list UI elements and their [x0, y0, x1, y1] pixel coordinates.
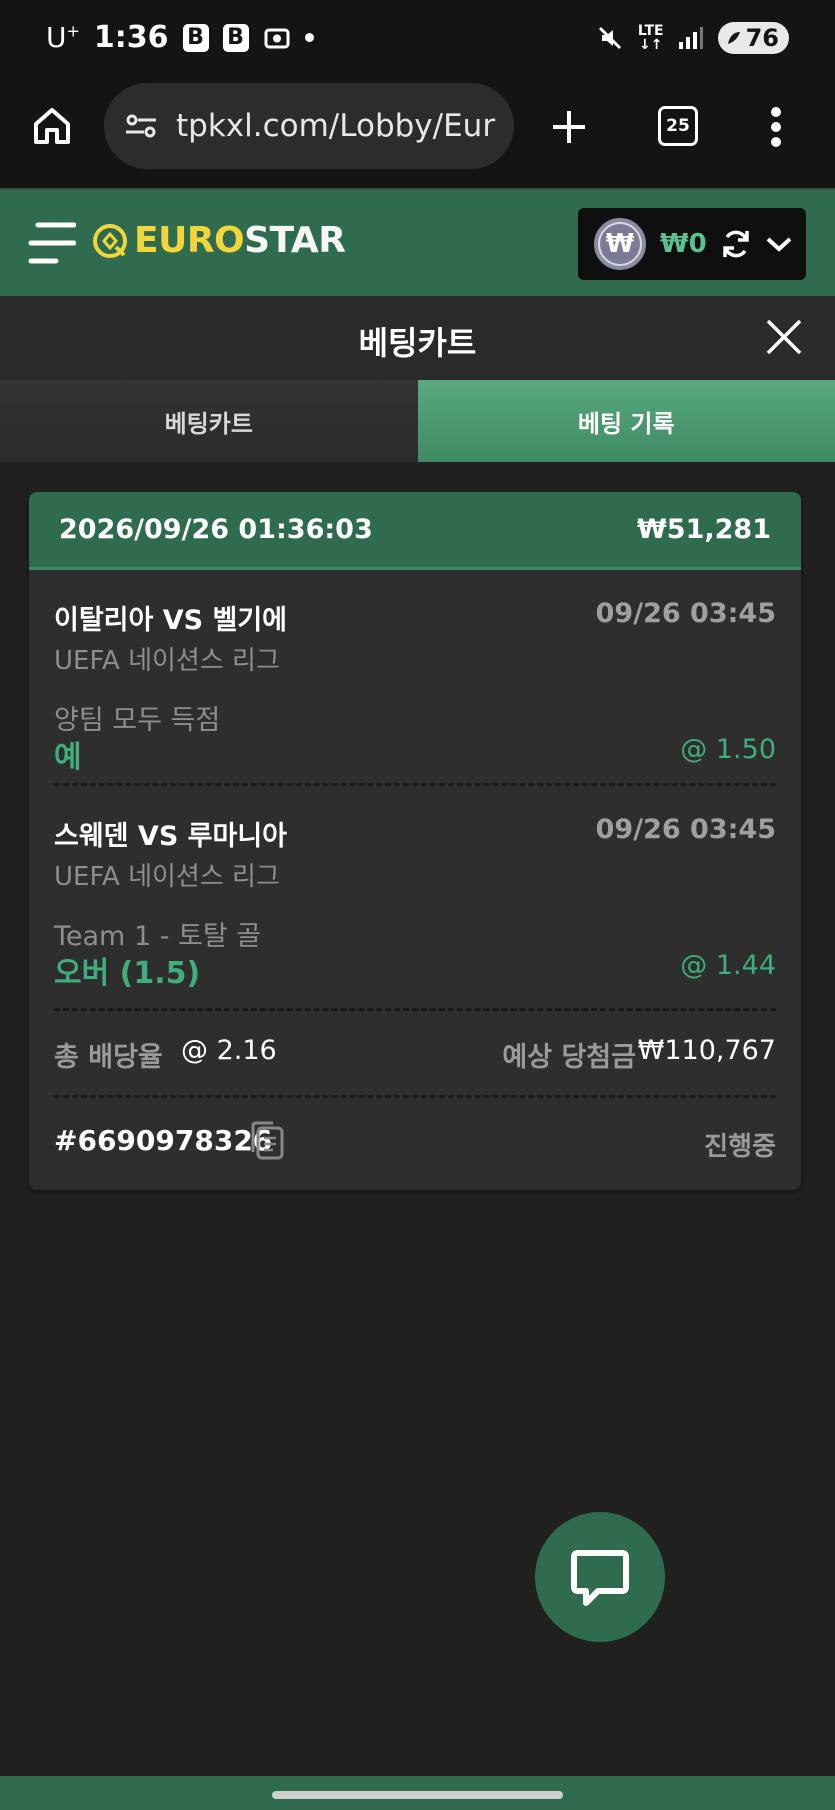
tab-betting-history[interactable]: 베팅 기록	[417, 380, 835, 462]
page-title: 베팅카트	[358, 324, 477, 362]
notification-dot	[304, 33, 314, 42]
close-icon[interactable]	[765, 318, 803, 356]
bet-selection: 스웨덴 VS 루마니아 09/26 03:45 UEFA 네이션스 리그 Tea…	[29, 786, 801, 1008]
bet-selection: 이탈리아 VS 벨기에 09/26 03:45 UEFA 네이션스 리그 양팀 …	[29, 570, 801, 783]
chat-bubble-icon	[571, 1550, 629, 1606]
bet-record-card: 2026/09/26 01:36:03 ₩51,281 이탈리아 VS 벨기에 …	[29, 492, 801, 1190]
pick-label: 예	[54, 740, 82, 775]
chevron-down-icon[interactable]	[765, 234, 793, 254]
match-name: 이탈리아 VS 벨기에	[54, 605, 288, 636]
live-chat-button[interactable]	[535, 1512, 665, 1642]
more-menu-icon[interactable]	[770, 106, 782, 148]
status-bar: U+ 1:36 B B LTE ↓↑ 76	[0, 0, 835, 80]
total-odds-value: @ 2.16	[181, 1035, 277, 1066]
address-bar[interactable]: tpkxl.com/Lobby/Eur	[104, 83, 514, 169]
expected-payout-label: 예상 당첨금	[502, 1042, 636, 1073]
match-name: 스웨덴 VS 루마니아	[54, 821, 288, 852]
copy-icon[interactable]	[249, 1120, 287, 1162]
gesture-handle[interactable]	[272, 1791, 563, 1799]
hamburger-menu-icon[interactable]	[28, 220, 76, 266]
betting-cart-header: 베팅카트	[0, 296, 835, 380]
home-icon[interactable]	[30, 104, 74, 148]
tab-bar: 베팅카트 베팅 기록	[0, 380, 835, 462]
total-odds-label: 총 배당율	[54, 1042, 163, 1073]
signal-icon	[678, 27, 703, 49]
wallet-balance: ₩0	[660, 229, 707, 259]
league-name: UEFA 네이션스 리그	[54, 862, 280, 892]
site-logo[interactable]: EURO STAR	[90, 220, 346, 261]
tab-switcher-button[interactable]: 25	[658, 106, 698, 146]
match-time: 09/26 03:45	[595, 598, 776, 629]
site-header: EURO STAR ₩ ₩0	[0, 188, 835, 296]
tab-betting-cart[interactable]: 베팅카트	[0, 380, 418, 462]
bet-totals: 총 배당율 @ 2.16 예상 당첨금 ₩110,767	[29, 1011, 801, 1095]
carrier-label: U+	[46, 21, 80, 54]
bet-record-header: 2026/09/26 01:36:03 ₩51,281	[29, 492, 801, 570]
bet-datetime: 2026/09/26 01:36:03	[59, 514, 373, 545]
bet-status: 진행중	[704, 1132, 776, 1162]
won-currency-icon: ₩	[594, 218, 646, 270]
pick-odds: @ 1.50	[680, 734, 776, 765]
expected-payout-value: ₩110,767	[637, 1035, 776, 1066]
screenshot-icon	[264, 28, 290, 48]
logo-text-star: STAR	[244, 220, 346, 261]
app-notification-icon: B	[222, 23, 249, 52]
ticket-id: #6690978326	[54, 1124, 273, 1157]
battery-saver-icon	[727, 32, 740, 44]
clock: 1:36	[93, 20, 169, 55]
logo-text-euro: EURO	[134, 220, 245, 261]
app-notification-icon: B	[182, 23, 209, 52]
wallet-widget[interactable]: ₩ ₩0	[578, 208, 806, 280]
new-tab-icon[interactable]	[550, 108, 588, 146]
mute-icon	[598, 26, 621, 50]
refresh-icon[interactable]	[719, 227, 753, 261]
league-name: UEFA 네이션스 리그	[54, 646, 280, 676]
url-text[interactable]: tpkxl.com/Lobby/Eur	[176, 108, 496, 144]
browser-toolbar: tpkxl.com/Lobby/Eur 25	[0, 80, 835, 188]
battery-indicator: 76	[717, 22, 789, 54]
bet-stake: ₩51,281	[637, 514, 771, 545]
logo-mark-icon	[93, 223, 127, 258]
site-settings-icon[interactable]	[124, 111, 158, 141]
match-time: 09/26 03:45	[595, 814, 776, 845]
pick-odds: @ 1.44	[680, 950, 776, 981]
network-type: LTE ↓↑	[637, 23, 664, 53]
bet-footer: #6690978326 진행중	[29, 1098, 801, 1188]
pick-label: 오버 (1.5)	[54, 956, 201, 991]
